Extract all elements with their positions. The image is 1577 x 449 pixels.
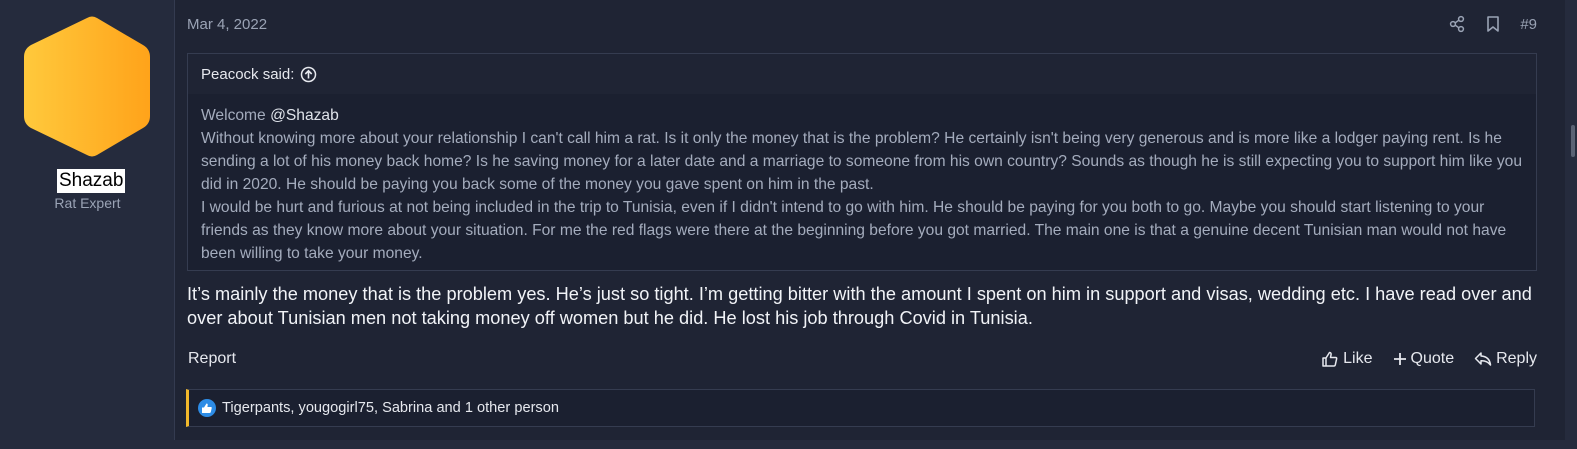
quote-content: Welcome @Shazab Without knowing more abo… [188,94,1536,265]
quote-author[interactable]: Peacock said: [201,66,294,83]
reply-label: Reply [1496,350,1537,367]
quote-block: Peacock said: Welcome @Shazab Without kn… [187,53,1537,271]
scrollbar-thumb[interactable] [1571,125,1575,157]
like-label: Like [1343,350,1373,367]
reply-button[interactable]: Reply [1474,350,1537,368]
report-link[interactable]: Report [188,350,236,368]
username[interactable]: Shazab [57,169,126,193]
quote-label: Quote [1410,350,1455,367]
arrow-up-circle-icon[interactable] [300,66,317,83]
reply-icon [1474,352,1492,366]
quote-paragraph: I would be hurt and furious at not being… [201,199,1507,262]
message-body: Mar 4, 2022 #9 Peacock said: Welcome @Sh… [175,0,1565,440]
like-reaction-icon [198,399,216,417]
message-text: It’s mainly the money that is the proble… [187,284,1532,328]
scrollbar[interactable] [1565,0,1577,449]
post-number[interactable]: #9 [1520,16,1537,33]
reactions-list[interactable]: Tigerpants, yougogirl75, Sabrina and 1 o… [222,400,559,416]
thumbs-up-icon [1322,351,1338,367]
user-title: Rat Expert [54,195,121,211]
plus-icon [1393,353,1406,365]
quote-button[interactable]: Quote [1393,350,1455,368]
quote-header[interactable]: Peacock said: [188,54,1536,94]
quote-greeting-line: Welcome @Shazab [201,104,1523,127]
share-icon[interactable] [1448,15,1466,33]
user-mention[interactable]: @Shazab [270,107,339,124]
reactions-bar[interactable]: Tigerpants, yougogirl75, Sabrina and 1 o… [186,389,1535,427]
forum-post: Shazab Rat Expert Mar 4, 2022 #9 Peacock… [0,0,1577,449]
post-separator [0,440,1577,449]
post-date[interactable]: Mar 4, 2022 [187,16,267,33]
user-column: Shazab Rat Expert [0,0,175,449]
like-button[interactable]: Like [1321,350,1373,368]
post-actions: Like Quote Reply [1321,350,1537,368]
quote-paragraph: Without knowing more about your relation… [201,130,1523,193]
bookmark-icon[interactable] [1484,15,1502,33]
post-header-actions: #9 [1448,15,1537,33]
avatar[interactable] [22,14,152,159]
quote-greeting: Welcome [201,107,266,124]
